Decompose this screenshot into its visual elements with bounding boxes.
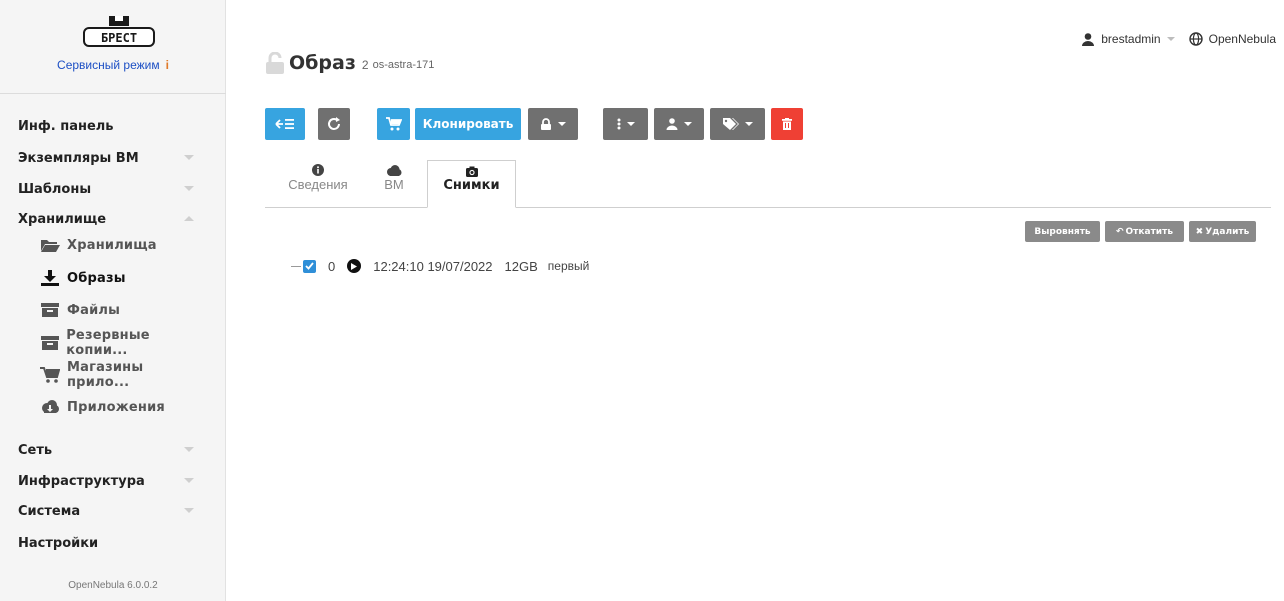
vertical-dots-icon <box>617 118 620 130</box>
tab-snapshots-label: Снимки <box>443 178 500 193</box>
undo-icon: ↶ <box>1115 226 1124 237</box>
warning-icon[interactable]: i <box>166 58 169 72</box>
globe-icon <box>1188 32 1203 46</box>
sidebar-item-templates[interactable]: Шаблоны <box>18 178 198 200</box>
flatten-button[interactable]: Выровнять <box>1025 221 1100 242</box>
info-icon <box>312 164 324 176</box>
unlock-icon <box>266 52 284 74</box>
check-icon <box>305 262 314 270</box>
chevron-down-icon <box>1166 37 1175 41</box>
service-mode-label[interactable]: Сервисный режим i <box>0 58 226 72</box>
snapshot-checkbox[interactable] <box>303 259 316 273</box>
chevron-up-icon <box>184 216 194 221</box>
trash-icon <box>782 118 792 130</box>
user-icon <box>666 118 678 130</box>
sidebar-item-apps[interactable]: Приложения <box>40 396 210 418</box>
camera-icon <box>465 166 478 177</box>
sidebar-item-marketplaces[interactable]: Магазины прило... <box>40 360 210 390</box>
sidebar-item-vms[interactable]: Экземпляры ВМ <box>18 147 198 169</box>
chevron-down-icon <box>184 478 194 483</box>
chevron-down-icon <box>626 122 635 126</box>
refresh-button[interactable] <box>318 108 350 140</box>
cloud-download-icon <box>40 399 60 415</box>
delete-snapshot-button[interactable]: ✖ Удалить <box>1189 221 1256 242</box>
tags-icon <box>722 118 739 130</box>
page-header: Образ 2 os-astra-171 <box>265 48 434 78</box>
back-list-icon <box>275 119 294 129</box>
tab-snapshots[interactable]: Снимки <box>427 160 516 208</box>
snapshot-name: первый <box>547 259 590 273</box>
user-icon <box>1082 32 1095 46</box>
chevron-down-icon <box>184 155 194 160</box>
sidebar-item-datastores[interactable]: Хранилища <box>40 234 210 256</box>
ownership-button[interactable] <box>654 108 704 140</box>
chevron-down-icon <box>558 122 566 126</box>
brest-logo[interactable]: БРЕСТ <box>82 14 156 50</box>
archive-icon <box>40 302 60 318</box>
chevron-down-icon <box>684 122 692 126</box>
lock-icon <box>541 118 551 130</box>
tab-vms-label: ВМ <box>384 177 404 192</box>
snapshot-date: 12:24:10 19/07/2022 <box>373 258 493 274</box>
clone-button[interactable]: Клонировать <box>415 108 521 140</box>
download-icon <box>40 270 60 286</box>
sidebar: БРЕСТ Сервисный режим i Инф. панель Экзем… <box>0 0 226 601</box>
refresh-icon <box>328 117 340 130</box>
zone-menu[interactable]: OpenNebula <box>1209 32 1276 46</box>
lock-dropdown-button[interactable] <box>528 108 578 140</box>
sidebar-item-files[interactable]: Файлы <box>40 299 210 321</box>
sidebar-item-images[interactable]: Образы <box>40 267 210 289</box>
page-title: Образ <box>289 52 356 74</box>
sidebar-item-network[interactable]: Сеть <box>18 439 198 461</box>
chevron-down-icon <box>184 508 194 513</box>
tree-connector <box>291 265 301 267</box>
version-label: OpenNebula 6.0.0.2 <box>68 580 158 591</box>
chevron-down-icon <box>184 186 194 191</box>
labels-button[interactable] <box>710 108 765 140</box>
image-id: 2 <box>361 58 369 72</box>
chevron-down-icon <box>184 447 194 452</box>
tab-info[interactable]: Сведения <box>280 160 356 208</box>
play-icon[interactable] <box>347 259 362 273</box>
user-area: brestadmin OpenNebula <box>1081 30 1276 48</box>
tab-info-label: Сведения <box>288 177 348 192</box>
sidebar-item-backups[interactable]: Резервные копии... <box>40 328 210 358</box>
tabs-divider <box>265 207 427 208</box>
sidebar-item-system[interactable]: Система <box>18 500 198 522</box>
folder-open-icon <box>40 237 60 253</box>
close-icon: ✖ <box>1195 226 1204 237</box>
marketplace-button[interactable] <box>377 108 410 140</box>
cart-icon <box>40 367 60 383</box>
logo-area: БРЕСТ Сервисный режим i <box>0 0 226 94</box>
cart-icon <box>385 117 402 131</box>
tab-vms[interactable]: ВМ <box>372 160 416 208</box>
sidebar-item-settings[interactable]: Настройки <box>18 532 198 554</box>
delete-button[interactable] <box>771 108 803 140</box>
snapshot-id: 0 <box>328 258 336 274</box>
more-actions-button[interactable] <box>603 108 648 140</box>
logo-text: БРЕСТ <box>101 31 137 45</box>
sidebar-item-storage[interactable]: Хранилище <box>18 208 198 230</box>
sidebar-item-dashboard[interactable]: Инф. панель <box>18 115 198 137</box>
chevron-down-icon <box>744 122 753 126</box>
user-menu[interactable]: brestadmin <box>1101 32 1160 46</box>
back-to-list-button[interactable] <box>265 108 305 140</box>
cloud-icon <box>387 165 402 176</box>
archive-icon <box>40 335 59 351</box>
tabs-divider <box>516 207 1271 208</box>
snapshot-size: 12GB <box>504 258 538 274</box>
image-name: os-astra-171 <box>372 59 435 71</box>
sidebar-item-infrastructure[interactable]: Инфраструктура <box>18 470 198 492</box>
snapshot-row: 0 12:24:10 19/07/2022 12GB первый <box>291 256 589 276</box>
revert-button[interactable]: ↶ Откатить <box>1105 221 1184 242</box>
